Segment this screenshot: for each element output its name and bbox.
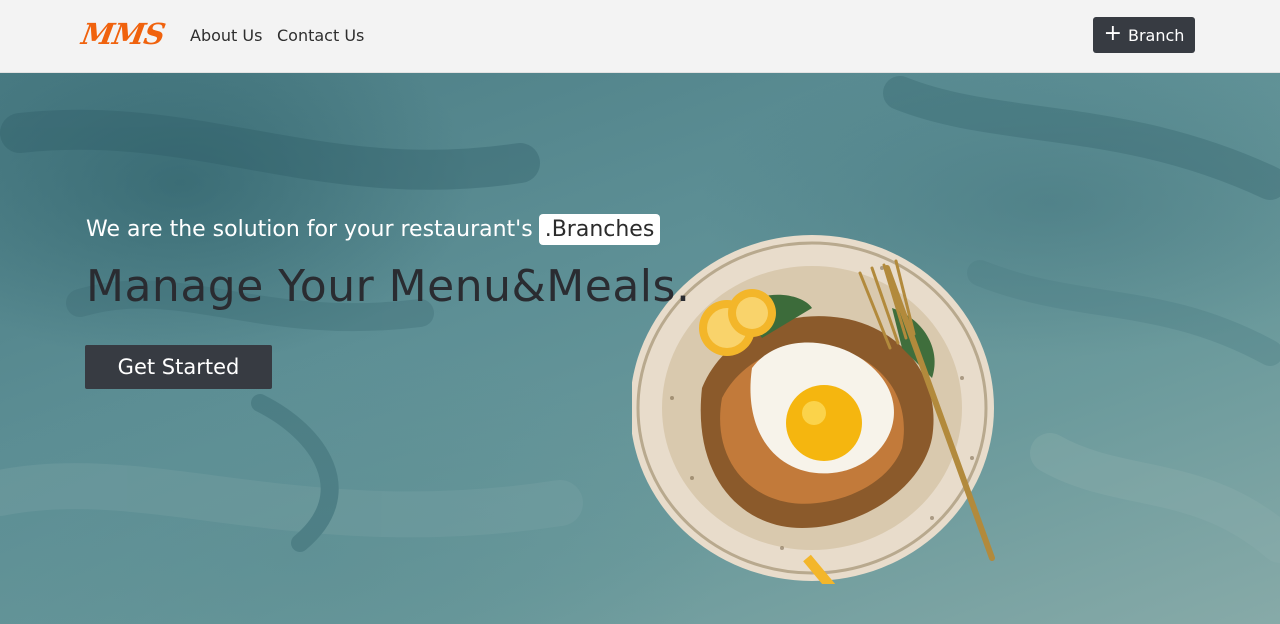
plus-icon: + (1103, 21, 1122, 46)
nav-link-contact-us[interactable]: Contact Us (277, 26, 364, 45)
add-branch-label: Branch (1128, 25, 1185, 45)
tagline: We are the solution for your restaurant'… (86, 214, 661, 245)
navbar: MMS About Us Contact Us + Branch (0, 0, 1280, 73)
add-branch-button[interactable]: + Branch (1093, 17, 1195, 53)
hero-headline: Manage Your Menu&Meals. (86, 261, 691, 312)
brand-logo[interactable]: MMS (79, 17, 167, 51)
tagline-text: We are the solution for your restaurant'… (86, 217, 533, 242)
tagline-highlight: .Branches (538, 214, 661, 245)
get-started-button[interactable]: Get Started (85, 345, 272, 389)
hero-section: We are the solution for your restaurant'… (0, 73, 1280, 624)
nav-link-about-us[interactable]: About Us (190, 26, 262, 45)
